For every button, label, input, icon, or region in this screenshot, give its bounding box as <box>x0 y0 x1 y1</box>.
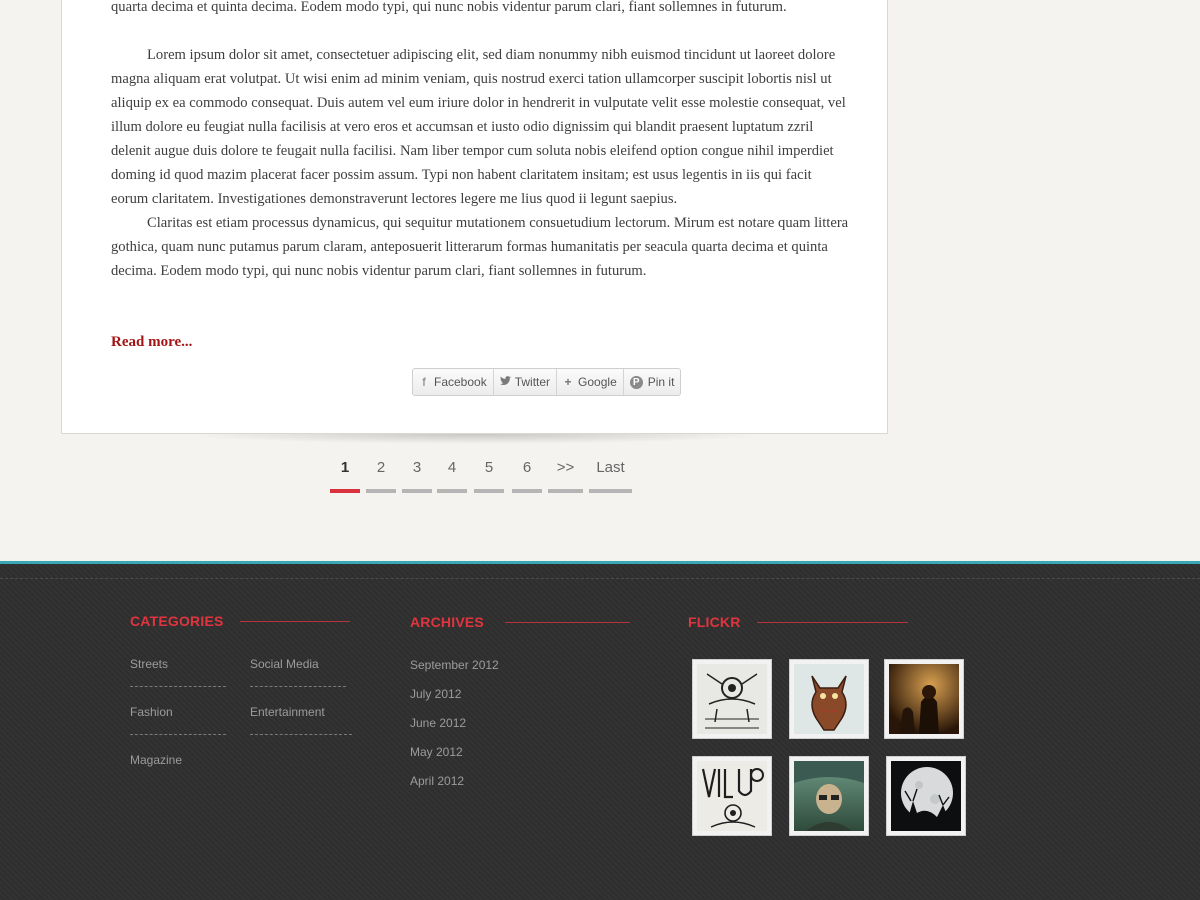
page-indicator-bar <box>437 489 467 493</box>
article-paragraph: quarta decima et quinta decima. Eodem mo… <box>111 0 787 15</box>
page-4-link[interactable]: 4 <box>437 456 467 494</box>
page-number: 1 <box>340 459 350 476</box>
page-number: 5 <box>484 459 494 476</box>
read-more-link[interactable]: Read more... <box>111 330 192 354</box>
page-indicator-bar <box>512 489 542 493</box>
page-3-link[interactable]: 3 <box>402 456 432 494</box>
flickr-thumbnail-4[interactable] <box>692 756 772 836</box>
page-next-link[interactable]: >> <box>548 456 583 494</box>
flickr-heading-rule <box>757 622 908 623</box>
page-5-link[interactable]: 5 <box>474 456 504 494</box>
archive-link[interactable]: June 2012 <box>410 716 466 730</box>
page-indicator-bar <box>548 489 583 493</box>
share-pinterest-label: Pin it <box>647 375 675 389</box>
categories-heading-rule <box>240 621 350 622</box>
article-paragraph: Lorem ipsum dolor sit amet, consectetuer… <box>111 47 846 207</box>
category-divider <box>130 734 226 735</box>
page-last-label: Last <box>596 459 625 476</box>
page-number: 2 <box>376 459 386 476</box>
archives-heading-rule <box>505 622 630 623</box>
sketch-illustration-icon <box>697 664 767 734</box>
category-link-magazine[interactable]: Magazine <box>130 753 182 767</box>
archives-heading: Archives <box>410 614 484 630</box>
share-facebook-button[interactable]: f Facebook <box>413 369 494 395</box>
page-next-label: >> <box>556 459 575 476</box>
page-2-link[interactable]: 2 <box>366 456 396 494</box>
page-indicator-bar <box>589 489 632 493</box>
twitter-icon <box>499 375 511 389</box>
archive-link[interactable]: April 2012 <box>410 774 464 788</box>
archive-link[interactable]: September 2012 <box>410 658 499 672</box>
share-google-button[interactable]: + Google <box>557 369 624 395</box>
page-last-link[interactable]: Last <box>589 456 632 494</box>
category-link-entertainment[interactable]: Entertainment <box>250 705 325 719</box>
flickr-thumbnail-5[interactable] <box>789 756 869 836</box>
category-link-streets[interactable]: Streets <box>130 657 168 671</box>
page-1-link[interactable]: 1 <box>330 456 360 494</box>
category-link-fashion[interactable]: Fashion <box>130 705 173 719</box>
page-indicator-bar <box>330 489 360 493</box>
article-body: quarta decima et quinta decima. Eodem mo… <box>111 0 851 283</box>
flickr-thumbnail-6[interactable] <box>886 756 966 836</box>
page-6-link[interactable]: 6 <box>512 456 542 494</box>
category-divider <box>250 686 346 687</box>
pagination: 1 2 3 4 5 6 >> Last <box>0 456 1200 496</box>
archive-link[interactable]: May 2012 <box>410 745 463 759</box>
concert-photo-icon <box>889 664 959 734</box>
portrait-photo-icon <box>794 761 864 831</box>
share-bar: f Facebook Twitter + Google P Pin it <box>412 368 682 396</box>
plus-icon: + <box>564 375 572 389</box>
share-twitter-button[interactable]: Twitter <box>494 369 558 395</box>
share-twitter-label: Twitter <box>514 375 551 389</box>
article-paragraph: Claritas est etiam processus dynamicus, … <box>111 215 849 279</box>
pinterest-icon: P <box>629 375 643 389</box>
flickr-thumbnail-1[interactable] <box>692 659 772 739</box>
page-number: 4 <box>447 459 457 476</box>
facebook-icon: f <box>422 375 426 389</box>
flickr-thumbnail-2[interactable] <box>789 659 869 739</box>
page-number: 6 <box>522 459 532 476</box>
flickr-thumbnail-3[interactable] <box>884 659 964 739</box>
flickr-heading: Flickr <box>688 614 741 630</box>
page-indicator-bar <box>474 489 504 493</box>
page-indicator-bar <box>366 489 396 493</box>
archive-link[interactable]: July 2012 <box>410 687 461 701</box>
page-number: 3 <box>412 459 422 476</box>
share-pinterest-button[interactable]: P Pin it <box>624 369 681 395</box>
category-divider <box>130 686 226 687</box>
lettering-sketch-icon <box>697 761 767 831</box>
site-footer: Categories Streets Social Media Fashion … <box>0 561 1200 900</box>
article-card-shadow <box>62 434 888 448</box>
moon-photo-icon <box>891 761 961 831</box>
monster-illustration-icon <box>794 664 864 734</box>
categories-heading: Categories <box>130 613 224 629</box>
share-google-label: Google <box>578 375 617 389</box>
category-link-social-media[interactable]: Social Media <box>250 657 319 671</box>
footer-stitch-line <box>0 578 1200 579</box>
share-facebook-label: Facebook <box>434 375 487 389</box>
category-divider <box>250 734 352 735</box>
page-indicator-bar <box>402 489 432 493</box>
